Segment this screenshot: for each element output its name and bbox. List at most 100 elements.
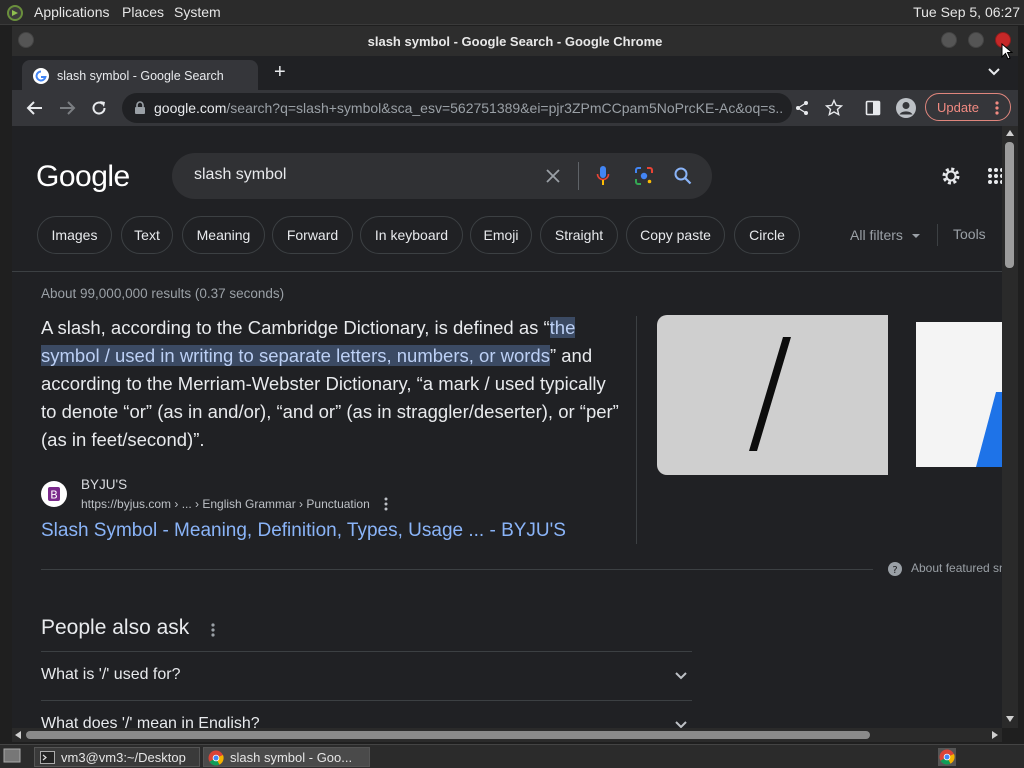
- tools-button[interactable]: Tools: [953, 226, 986, 242]
- taskbar-item-chrome-label: slash symbol - Goo...: [230, 750, 353, 765]
- paa-question-1[interactable]: What is '/' used for?: [41, 666, 181, 684]
- google-favicon-icon: [33, 68, 49, 84]
- maximize-button[interactable]: [968, 32, 984, 48]
- paa-divider: [41, 651, 692, 652]
- chip-forward[interactable]: Forward: [272, 216, 353, 254]
- chip-text[interactable]: Text: [121, 216, 173, 254]
- people-also-ask-title: People also ask: [41, 616, 190, 639]
- expand-chevron-icon[interactable]: [675, 721, 687, 728]
- taskbar: vm3@vm3:~/Desktop slash symbol - Goo...: [0, 744, 1024, 768]
- slash-glyph-graphic: [749, 337, 791, 451]
- lock-icon[interactable]: [134, 101, 146, 115]
- result-options-icon[interactable]: [383, 497, 389, 511]
- taskbar-item-terminal-label: vm3@vm3:~/Desktop: [61, 750, 186, 765]
- chip-circle[interactable]: Circle: [734, 216, 800, 254]
- result-stats: About 99,000,000 results (0.37 seconds): [41, 286, 285, 301]
- address-bar[interactable]: google.com/search?q=slash+symbol&sca_esv…: [122, 93, 792, 123]
- chrome-icon: [208, 750, 224, 766]
- all-filters-button[interactable]: All filters: [850, 227, 903, 243]
- chip-in-keyboard[interactable]: In keyboard: [360, 216, 463, 254]
- chip-images[interactable]: Images: [37, 216, 112, 254]
- source-site-name[interactable]: BYJU'S: [81, 477, 127, 492]
- reload-icon[interactable]: [90, 99, 108, 117]
- show-desktop-icon[interactable]: [3, 748, 21, 764]
- settings-gear-icon[interactable]: [940, 165, 962, 187]
- horizontal-scrollbar[interactable]: [12, 728, 1002, 742]
- featured-snippet-text[interactable]: A slash, according to the Cambridge Dict…: [41, 314, 626, 454]
- snippet-pre: A slash, according to the Cambridge Dict…: [41, 317, 550, 338]
- search-input[interactable]: slash symbol: [172, 153, 712, 199]
- clear-search-icon[interactable]: [545, 168, 561, 184]
- minimize-button[interactable]: [941, 32, 957, 48]
- menu-system[interactable]: System: [174, 4, 221, 20]
- chip-meaning[interactable]: Meaning: [182, 216, 265, 254]
- scroll-left-icon[interactable]: [15, 731, 21, 739]
- svg-text:?: ?: [892, 565, 897, 576]
- profile-avatar-icon[interactable]: [895, 97, 917, 119]
- chip-straight[interactable]: Straight: [540, 216, 618, 254]
- back-arrow-icon[interactable]: [26, 99, 44, 117]
- secondary-result-image[interactable]: [916, 322, 1002, 467]
- tray-chrome-icon[interactable]: [938, 748, 956, 766]
- vertical-scrollbar[interactable]: [1002, 126, 1018, 728]
- scroll-right-icon[interactable]: [992, 731, 998, 739]
- browser-toolbar: google.com/search?q=slash+symbol&sca_esv…: [12, 90, 1018, 126]
- more-options-icon: [995, 101, 999, 115]
- paa-divider: [41, 700, 692, 701]
- voice-search-icon[interactable]: [596, 165, 610, 187]
- about-featured-snippets-link[interactable]: About featured snippets: [911, 561, 1002, 575]
- featured-snippet-divider: [41, 569, 873, 570]
- chip-emoji[interactable]: Emoji: [470, 216, 532, 254]
- tab-google-search[interactable]: slash symbol - Google Search: [22, 60, 258, 90]
- mouse-cursor-icon: [1001, 43, 1013, 60]
- update-label: Update: [937, 100, 979, 115]
- terminal-icon: [40, 751, 55, 764]
- chip-copy-paste[interactable]: Copy paste: [626, 216, 725, 254]
- searchbox-divider: [578, 162, 579, 190]
- snippet-image-divider: [636, 316, 637, 544]
- window-titlebar[interactable]: slash symbol - Google Search - Google Ch…: [12, 26, 1018, 56]
- expand-chevron-icon[interactable]: [675, 672, 687, 680]
- byjus-favicon-icon: B: [41, 481, 67, 507]
- taskbar-item-terminal[interactable]: vm3@vm3:~/Desktop: [34, 747, 200, 767]
- blue-slash-graphic: [976, 392, 1002, 467]
- result-title-link[interactable]: Slash Symbol - Meaning, Definition, Type…: [41, 520, 566, 542]
- header-divider: [12, 271, 1002, 272]
- help-question-icon[interactable]: ?: [888, 562, 902, 576]
- menu-places[interactable]: Places: [122, 4, 164, 20]
- paa-question-2[interactable]: What does '/' mean in English?: [41, 715, 260, 728]
- google-apps-grid-icon[interactable]: [987, 167, 1002, 185]
- all-filters-caret-icon[interactable]: [911, 233, 921, 239]
- paa-options-icon[interactable]: [210, 622, 216, 638]
- menu-applications[interactable]: Applications: [34, 4, 110, 20]
- vertical-scroll-thumb[interactable]: [1005, 142, 1014, 268]
- scroll-up-icon[interactable]: [1006, 130, 1014, 136]
- clock[interactable]: Tue Sep 5, 06:27: [913, 4, 1020, 20]
- horizontal-scroll-thumb[interactable]: [26, 731, 870, 739]
- tab-search-chevron-icon[interactable]: [988, 67, 1000, 77]
- window-title: slash symbol - Google Search - Google Ch…: [367, 34, 663, 49]
- lens-search-icon[interactable]: [634, 166, 654, 186]
- tab-strip: slash symbol - Google Search +: [12, 56, 1018, 90]
- source-breadcrumb-url[interactable]: https://byjus.com › ... › English Gramma…: [81, 497, 370, 511]
- url-host: google.com: [154, 100, 227, 116]
- update-button[interactable]: Update: [925, 93, 1011, 121]
- search-icon[interactable]: [674, 167, 692, 185]
- url-path: /search?q=slash+symbol&sca_esv=562751389…: [226, 100, 784, 116]
- distro-logo-icon[interactable]: [6, 4, 24, 22]
- share-icon[interactable]: [794, 100, 810, 116]
- svg-text:B: B: [50, 489, 58, 502]
- tab-title: slash symbol - Google Search: [57, 69, 224, 83]
- forward-arrow-icon[interactable]: [58, 99, 76, 117]
- new-tab-button[interactable]: +: [274, 61, 286, 84]
- scroll-down-icon[interactable]: [1006, 716, 1014, 722]
- desktop-top-panel: Applications Places System Tue Sep 5, 06…: [0, 0, 1024, 25]
- side-panel-icon[interactable]: [865, 100, 881, 116]
- page-content: Google slash symbol Images Text Meaning …: [12, 126, 1002, 728]
- search-query: slash symbol: [194, 166, 287, 183]
- bookmark-star-icon[interactable]: [825, 99, 843, 117]
- filters-divider: [937, 224, 938, 246]
- taskbar-item-chrome[interactable]: slash symbol - Goo...: [203, 747, 370, 767]
- slash-symbol-image[interactable]: [657, 315, 888, 475]
- google-logo[interactable]: Google: [36, 160, 130, 194]
